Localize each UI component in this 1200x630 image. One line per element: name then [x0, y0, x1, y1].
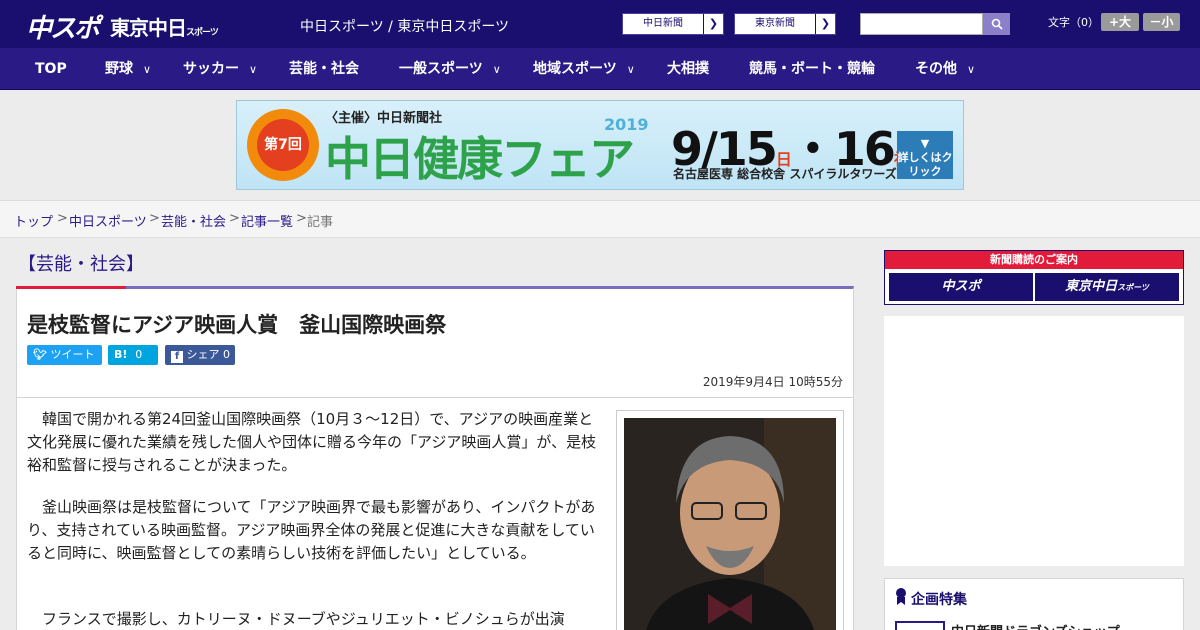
hatena-bookmark-button[interactable]: B! 0: [108, 345, 158, 365]
chevron-right-icon: ❯: [703, 14, 723, 34]
chunichi-shimbun-link-label: 中日新聞: [643, 18, 683, 29]
text-size-up-button[interactable]: +大: [1101, 13, 1139, 31]
tokyo-shimbun-link[interactable]: 東京新聞 ❯: [734, 13, 836, 35]
tokyo-chunichi-logo-sub: スポーツ: [186, 28, 219, 38]
article-paragraph: フランスで撮影し、カトリーヌ・ドヌーブやジュリエット・ビノシュらが出演: [42, 610, 565, 628]
ribbon-icon: [896, 588, 906, 605]
facebook-share-label: シェア: [186, 348, 220, 361]
edition-badge: 第7回: [257, 119, 309, 171]
breadcrumb: トップ > 中日スポーツ > 芸能・社会 > 記事一覧 > 記事: [0, 200, 1200, 238]
tokyo-shimbun-link-label: 東京新聞: [755, 18, 795, 29]
nav-label: 野球: [105, 61, 133, 77]
nav-label: その他: [915, 61, 957, 77]
category-heading: 【芸能・社会】: [18, 254, 144, 275]
chevron-down-icon: ∨: [626, 63, 635, 76]
facebook-share-button[interactable]: f シェア 0: [165, 345, 235, 365]
banner-cta-label: 詳しくはクリック: [897, 151, 953, 178]
triangle-down-icon: ▼: [920, 137, 930, 150]
subscribe-chuspo-logo[interactable]: 中スポ: [889, 273, 1033, 301]
feature-thumbnail[interactable]: [895, 621, 945, 630]
breadcrumb-separator: >: [229, 211, 240, 226]
breadcrumb-separator: >: [57, 211, 68, 226]
article-title: 是枝監督にアジア映画人賞 釜山国際映画祭: [27, 313, 447, 337]
site-header: 中スポ 東京中日スポーツ 中日スポーツ / 東京中日スポーツ 中日新聞 ❯ 東京…: [0, 0, 1200, 48]
article-photo[interactable]: [624, 418, 836, 630]
nav-label: 芸能・社会: [289, 61, 359, 77]
tokyo-chunichi-logo[interactable]: 東京中日スポーツ: [110, 12, 219, 41]
chuspo-logo[interactable]: 中スポ: [26, 8, 100, 45]
nav-item-general-sports[interactable]: 一般スポーツ ∨: [399, 48, 501, 90]
nav-label: サッカー: [183, 61, 239, 77]
nav-label: 競馬・ボート・競輪: [749, 61, 875, 77]
chevron-down-icon: ∨: [492, 63, 501, 76]
site-name: 中日スポーツ / 東京中日スポーツ: [300, 19, 510, 35]
nav-label: TOP: [35, 61, 67, 77]
portrait-image: [624, 418, 836, 630]
tokyo-chunichi-logo-text: 東京中日: [110, 16, 187, 40]
nav-label: 大相撲: [667, 61, 709, 77]
breadcrumb-separator: >: [296, 211, 307, 226]
nav-item-other[interactable]: その他 ∨: [915, 48, 975, 90]
feature-title: 企画特集: [911, 592, 967, 608]
sidebar-ad[interactable]: [884, 316, 1184, 566]
subscribe-tokyo-chunichi-text: 東京中日: [1065, 279, 1118, 294]
chevron-down-icon: ∨: [143, 63, 152, 76]
article-date: 2019年9月4日 10時55分: [702, 375, 843, 389]
nav-label: 一般スポーツ: [399, 61, 483, 77]
text-size-down-button[interactable]: －小: [1143, 13, 1180, 31]
subscribe-tokyo-chunichi-logo[interactable]: 東京中日スポーツ: [1035, 273, 1179, 301]
nav-item-racing[interactable]: 競馬・ボート・競輪: [749, 48, 875, 90]
tweet-button[interactable]: 🐦︎ ツイート: [27, 345, 102, 365]
article-paragraph: 韓国で開かれる第24回釜山国際映画祭（10月３～12日）で、アジアの映画産業と文…: [27, 410, 597, 474]
chevron-down-icon: ∨: [249, 63, 258, 76]
nav-item-baseball[interactable]: 野球 ∨: [105, 48, 151, 90]
nav-item-top[interactable]: TOP: [35, 48, 67, 90]
subscribe-tokyo-chunichi-sub: スポーツ: [1117, 283, 1149, 292]
banner-title: 中日健康フェア: [325, 132, 635, 186]
breadcrumb-chunichi-sports[interactable]: 中日スポーツ: [69, 211, 147, 230]
chevron-right-icon: ❯: [815, 14, 835, 34]
main-nav: TOP 野球 ∨ サッカー ∨ 芸能・社会 一般スポーツ ∨ 地域スポーツ ∨ 大相撲 …: [0, 48, 1200, 90]
subscription-banner[interactable]: 新聞購読のご案内 中スポ 東京中日スポーツ: [884, 250, 1184, 305]
nav-item-soccer[interactable]: サッカー ∨: [183, 48, 257, 90]
search-icon: [991, 18, 1003, 30]
health-fair-banner-ad[interactable]: 第7回 〈主催〉中日新聞社 中日健康フェア 2019 9/15日・16祝 名古屋…: [236, 100, 964, 190]
nav-item-sumo[interactable]: 大相撲: [667, 48, 709, 90]
chevron-down-icon: ∨: [967, 63, 976, 76]
tweet-label: ツイート: [50, 348, 95, 361]
breadcrumb-separator: >: [149, 211, 160, 226]
search-button[interactable]: [983, 13, 1010, 35]
nav-item-local-sports[interactable]: 地域スポーツ ∨: [533, 48, 635, 90]
nav-label: 地域スポーツ: [533, 61, 617, 77]
nav-item-entertainment[interactable]: 芸能・社会: [289, 48, 359, 90]
text-size-label: 文字（0）: [1048, 16, 1099, 29]
twitter-icon: 🐦︎: [33, 348, 47, 361]
hatena-icon: B!: [114, 348, 128, 361]
search-input[interactable]: [860, 13, 983, 35]
chunichi-shimbun-link[interactable]: 中日新聞 ❯: [622, 13, 724, 35]
feature-item-link[interactable]: 中日新聞ドラゴンズショップ: [951, 621, 1120, 630]
facebook-icon: f: [171, 351, 183, 363]
banner-year: 2019: [604, 115, 649, 134]
breadcrumb-entertainment[interactable]: 芸能・社会: [161, 211, 226, 230]
hatena-count: 0: [135, 348, 143, 361]
subscription-title: 新聞購読のご案内: [885, 251, 1183, 269]
breadcrumb-top[interactable]: トップ: [14, 211, 53, 230]
facebook-share-count: 0: [223, 348, 230, 361]
breadcrumb-current: 記事: [307, 215, 334, 230]
article-header: 是枝監督にアジア映画人賞 釜山国際映画祭 🐦︎ ツイート B! 0 f シェア …: [16, 286, 854, 398]
breadcrumb-article-list[interactable]: 記事一覧: [241, 211, 293, 230]
accent-bar: [16, 286, 126, 289]
article-paragraph: 釜山映画祭は是枝監督について「アジア映画界で最も影響があり、インパクトがあり、支…: [27, 498, 596, 562]
feature-section: 企画特集 中日新聞ドラゴンズショップ: [884, 578, 1184, 630]
banner-cta-button[interactable]: ▼ 詳しくはクリック: [897, 131, 953, 179]
banner-venue: 名古屋医専 総合校舎 スパイラルタワーズ: [673, 167, 897, 181]
